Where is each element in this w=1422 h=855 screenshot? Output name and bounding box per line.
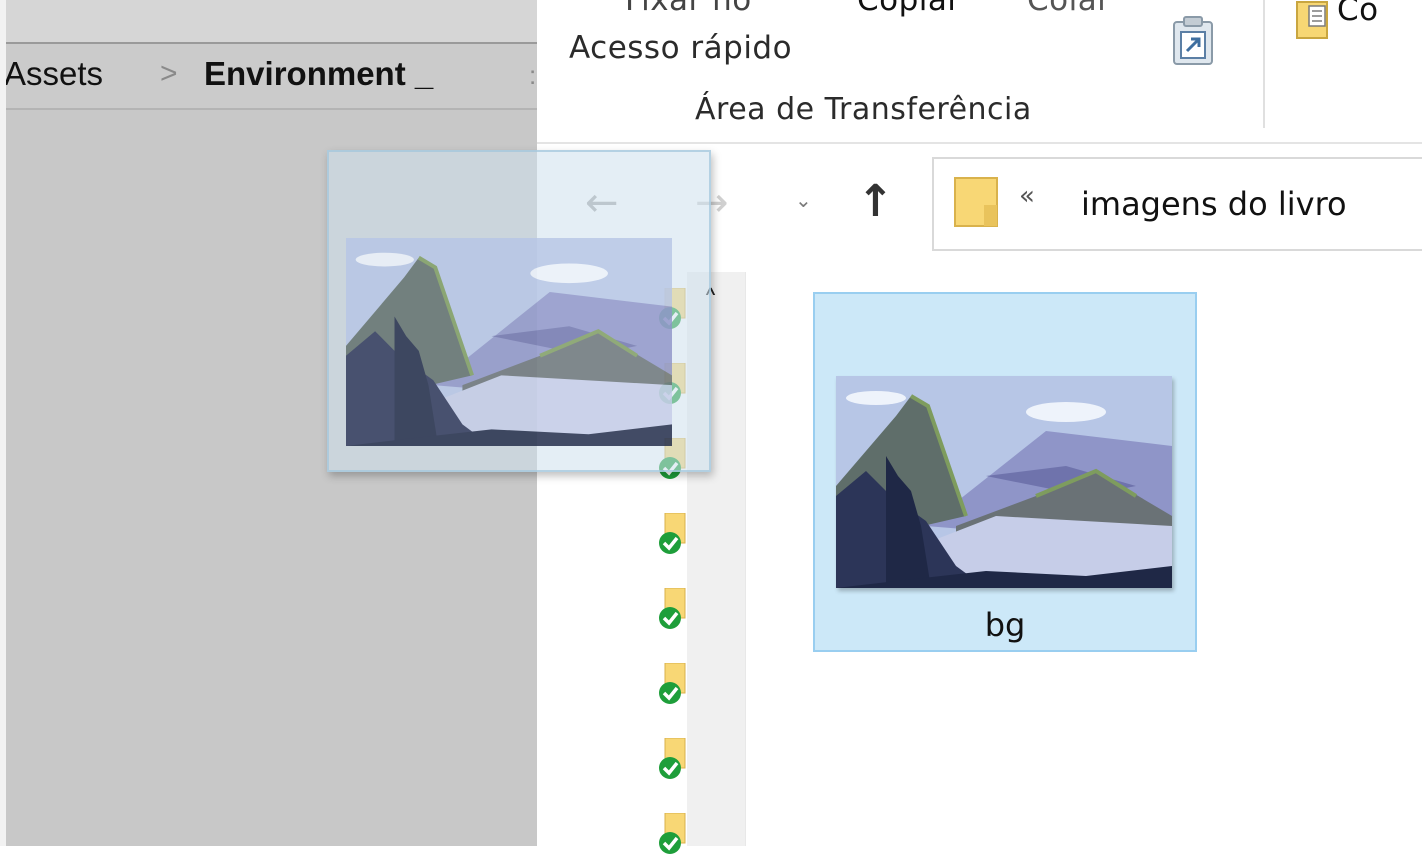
editor-top-strip	[0, 0, 537, 42]
address-overflow-chevron[interactable]: «	[1019, 181, 1035, 211]
clipboard-group-label: Área de Transferência	[695, 92, 1032, 127]
folder-icon	[954, 177, 998, 227]
ribbon-divider	[1263, 0, 1265, 128]
file-name[interactable]: bg	[815, 606, 1195, 644]
synced-folder-icon[interactable]	[657, 738, 687, 780]
address-path[interactable]: imagens do livro	[1081, 185, 1347, 223]
breadcrumb-assets[interactable]: Assets	[4, 55, 103, 93]
image-thumbnail-icon	[836, 376, 1172, 588]
pin-quick-access-button[interactable]: Fixar no	[625, 0, 752, 18]
synced-folder-icon[interactable]	[657, 663, 687, 705]
synced-folder-icon[interactable]	[657, 813, 687, 855]
chevron-down-icon[interactable]: ⌄	[795, 188, 812, 212]
breadcrumb-more: :	[529, 60, 537, 90]
copy-button[interactable]: Copiar	[857, 0, 961, 18]
arrow-up-icon[interactable]: ↑	[857, 176, 894, 227]
editor-left-edge	[0, 0, 6, 846]
ribbon: Fixar no Acesso rápido Copiar Colar Área…	[537, 0, 1422, 144]
file-item-bg[interactable]: bg	[813, 292, 1197, 652]
synced-folder-icon[interactable]	[657, 513, 687, 555]
copy-to-button[interactable]: Co	[1337, 0, 1379, 28]
pin-quick-access-label[interactable]: Acesso rápido	[569, 30, 792, 66]
synced-folder-icon[interactable]	[657, 588, 687, 630]
paste-shortcut-icon[interactable]	[1170, 14, 1216, 66]
breadcrumb-separator: >	[160, 57, 178, 90]
copy-to-icon[interactable]	[1295, 0, 1329, 40]
image-thumbnail-icon	[346, 238, 672, 446]
drag-preview	[327, 150, 711, 472]
pane-divider	[745, 272, 746, 846]
address-bar[interactable]: « imagens do livro	[932, 157, 1422, 251]
breadcrumb-environment[interactable]: Environment _	[204, 55, 433, 93]
paste-button[interactable]: Colar	[1027, 0, 1110, 18]
